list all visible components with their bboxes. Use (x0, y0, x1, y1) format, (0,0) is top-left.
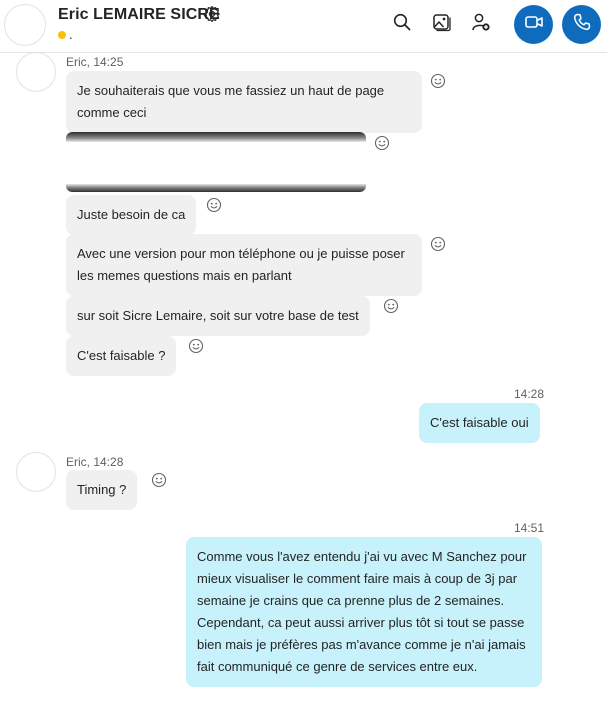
smiley-icon (374, 138, 390, 155)
message-sender-time: Eric, 14:25 (66, 55, 124, 69)
reaction-button[interactable] (383, 298, 399, 314)
message-text: Timing ? (77, 482, 127, 497)
contact-name[interactable]: Eric LEMAIRE SICRE (58, 6, 220, 24)
message-text: C'est faisable oui (430, 415, 529, 430)
message-bubble[interactable]: Juste besoin de ca (66, 195, 197, 235)
own-message-bubble[interactable]: Comme vous l'avez entendu j'ai vu avec M… (186, 537, 542, 687)
add-person-icon (471, 12, 491, 37)
message-bubble[interactable]: Avec une version pour mon téléphone ou j… (66, 234, 422, 296)
message-text: sur soit Sicre Lemaire, soit sur votre b… (77, 308, 359, 323)
reaction-button[interactable] (374, 135, 390, 151)
message-text: Avec une version pour mon téléphone ou j… (77, 246, 405, 283)
message-text: C'est faisable ? (77, 348, 166, 363)
smiley-icon (188, 341, 204, 358)
status-text: . (69, 27, 73, 42)
smiley-icon (430, 76, 446, 93)
contact-avatar[interactable] (4, 4, 46, 46)
message-time: 14:51 (514, 521, 545, 535)
video-call-button[interactable] (514, 5, 553, 44)
message-bubble[interactable]: Timing ? (66, 470, 138, 510)
message-time: 14:28 (514, 387, 545, 401)
smiley-icon (206, 200, 222, 217)
sender-avatar[interactable] (16, 452, 56, 492)
audio-call-button[interactable] (562, 5, 601, 44)
reaction-button[interactable] (206, 197, 222, 213)
message-bubble[interactable]: C'est faisable ? (66, 336, 177, 376)
smiley-icon (430, 239, 446, 256)
reaction-button[interactable] (430, 236, 446, 252)
message-bubble[interactable]: Je souhaiterais que vous me fassiez un h… (66, 71, 422, 133)
image-attachment[interactable] (66, 132, 366, 192)
smiley-icon (383, 301, 399, 318)
reaction-button[interactable] (151, 472, 167, 488)
add-people-button[interactable] (466, 9, 496, 39)
message-text: Comme vous l'avez entendu j'ai vu avec M… (197, 549, 527, 674)
video-call-icon (524, 12, 544, 37)
smiley-icon (151, 475, 167, 492)
image-edge-top (66, 132, 366, 142)
own-message-bubble[interactable]: C'est faisable oui (419, 403, 540, 443)
message-text: Je souhaiterais que vous me fassiez un h… (77, 83, 385, 120)
sender-avatar[interactable] (16, 52, 56, 92)
reaction-button[interactable] (430, 73, 446, 89)
gear-icon[interactable] (203, 5, 221, 23)
image-edge-bottom (66, 184, 366, 192)
search-button[interactable] (387, 9, 417, 39)
message-bubble[interactable]: sur soit Sicre Lemaire, soit sur votre b… (66, 296, 370, 336)
message-sender-time: Eric, 14:28 (66, 455, 124, 469)
chat-header: Eric LEMAIRE SICRE . (0, 0, 607, 53)
status-indicator (58, 31, 66, 39)
gallery-button[interactable] (426, 9, 456, 39)
gallery-icon (431, 12, 451, 37)
message-text: Juste besoin de ca (77, 207, 186, 222)
reaction-button[interactable] (188, 338, 204, 354)
search-icon (392, 12, 412, 37)
phone-icon (572, 12, 592, 37)
